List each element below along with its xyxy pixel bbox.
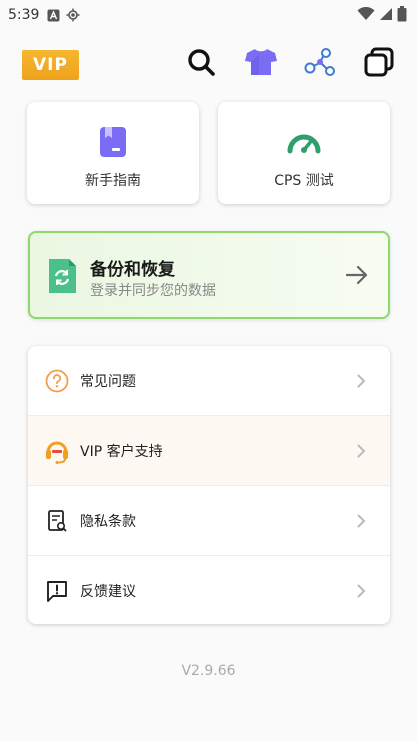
speedometer-icon: [287, 126, 321, 158]
headset-icon: [44, 438, 70, 464]
search-button[interactable]: [183, 46, 219, 82]
guide-book-icon: [99, 126, 127, 158]
theme-button[interactable]: [243, 46, 279, 82]
backup-title: 备份和恢复: [90, 260, 175, 280]
backup-document-icon: [47, 257, 77, 299]
notification-a-icon: [47, 9, 60, 22]
chevron-right-icon: [357, 443, 366, 462]
battery-icon: [397, 6, 407, 26]
menu-item-faq-label: 常见问题: [80, 373, 136, 390]
chevron-right-icon: [357, 513, 366, 532]
menu-item-privacy[interactable]: 隐私条款: [28, 486, 390, 555]
menu-item-faq[interactable]: 常见问题: [28, 346, 390, 415]
quick-card-cps-label: CPS 测试: [274, 173, 334, 189]
menu-item-feedback-label: 反馈建议: [80, 583, 136, 600]
backup-subtitle: 登录并同步您的数据: [90, 283, 216, 299]
question-circle-icon: [44, 368, 70, 394]
copy-windows-icon: [364, 47, 394, 81]
quick-card-cps-test[interactable]: CPS 测试: [218, 102, 390, 204]
wifi-icon: [357, 6, 375, 25]
menu-item-vip-support[interactable]: VIP 客户支持: [28, 416, 390, 485]
feedback-icon: [44, 578, 70, 604]
menu-item-privacy-label: 隐私条款: [80, 513, 136, 530]
status-right-group: [357, 6, 407, 26]
chevron-right-icon: [357, 583, 366, 602]
search-icon: [186, 47, 216, 81]
status-time: 5:39: [8, 7, 40, 23]
menu-item-vip-support-label: VIP 客户支持: [80, 443, 163, 460]
arrow-right-icon: [345, 265, 368, 289]
privacy-document-icon: [44, 508, 70, 534]
quick-card-guide-label: 新手指南: [85, 173, 141, 189]
menu-item-feedback[interactable]: 反馈建议: [28, 556, 390, 624]
vip-button[interactable]: VIP: [22, 50, 79, 80]
quick-card-guide[interactable]: 新手指南: [27, 102, 199, 204]
top-toolbar: VIP: [0, 44, 417, 84]
tshirt-icon: [244, 47, 278, 81]
app-version: V2.9.66: [181, 663, 236, 679]
share-nodes-icon: [304, 48, 336, 80]
share-button[interactable]: [302, 46, 338, 82]
chevron-right-icon: [357, 373, 366, 392]
backup-restore-card[interactable]: 备份和恢复 登录并同步您的数据: [28, 231, 390, 319]
status-bar: 5:39: [0, 0, 417, 30]
signal-icon: [379, 7, 393, 25]
multi-window-button[interactable]: [361, 46, 397, 82]
menu-list: 常见问题 VIP 客户支持 隐私条款 反馈建议: [28, 346, 390, 624]
vip-label: VIP: [33, 55, 68, 75]
location-target-icon: [66, 8, 80, 22]
